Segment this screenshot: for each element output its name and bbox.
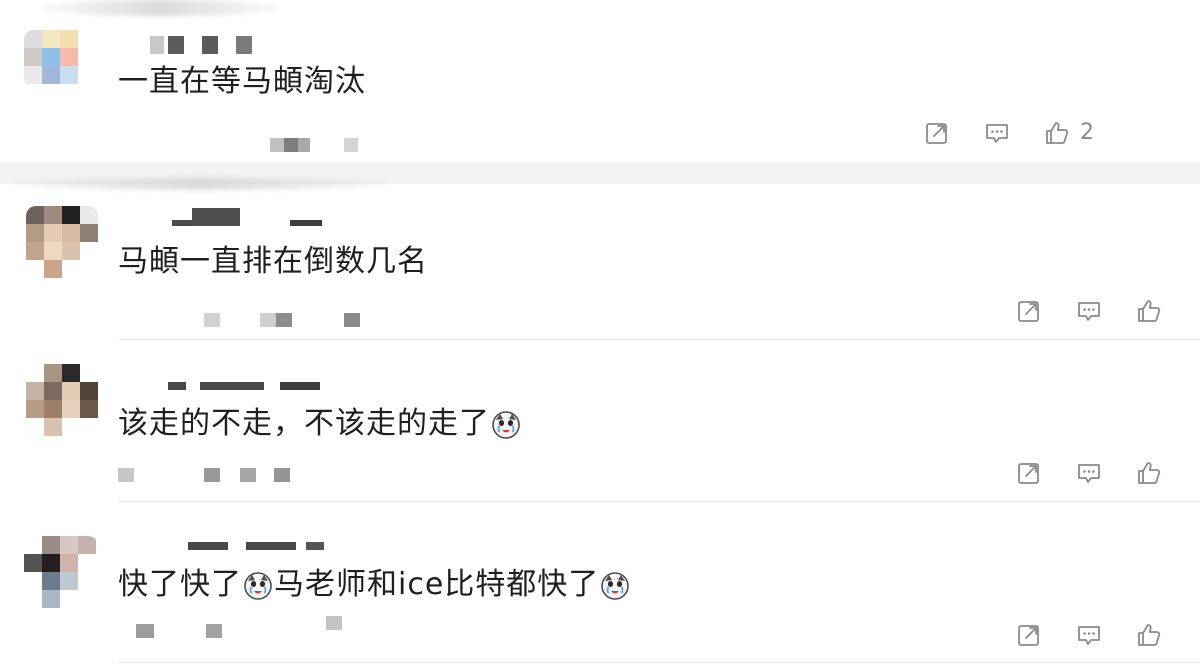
username-blurred[interactable] [168, 378, 358, 396]
reply-button[interactable] [982, 118, 1012, 148]
thumbs-up-icon [1044, 120, 1070, 146]
comment-text: 马頔一直排在倒数几名 [118, 244, 428, 279]
divider [118, 339, 1200, 340]
reply-button[interactable] [1074, 458, 1104, 488]
share-button[interactable] [1014, 296, 1044, 326]
comment-meta-blurred [118, 468, 298, 482]
comment-icon [984, 120, 1010, 146]
avatar[interactable] [24, 30, 90, 88]
like-count: 2 [1080, 120, 1094, 145]
like-button[interactable] [1134, 458, 1164, 488]
share-icon [1016, 298, 1042, 324]
reply-button[interactable] [1074, 620, 1104, 650]
username-blurred[interactable] [188, 538, 338, 556]
reply-button[interactable] [1074, 296, 1104, 326]
comment-text: 快了快了 马老师和ice比特都快了 [118, 565, 631, 605]
comment-text-part: 马老师和ice比特都快了 [274, 567, 600, 602]
comment-meta-blurred [136, 616, 356, 638]
share-button[interactable] [1014, 458, 1044, 488]
blurred-header-fragment [10, 178, 390, 190]
share-button[interactable] [1014, 620, 1044, 650]
crying-laughing-dog-emoji [243, 571, 273, 601]
comment-text: 一直在等马頔淘汰 [118, 64, 366, 99]
divider [118, 662, 1200, 663]
thumbs-up-icon [1136, 460, 1162, 486]
blurred-header-fragment [40, 0, 280, 16]
comment-text-part: 快了快了 [118, 567, 242, 602]
thumbs-up-icon [1136, 622, 1162, 648]
comment-meta-blurred [270, 138, 370, 152]
share-icon [1016, 460, 1042, 486]
thumbs-up-icon [1136, 298, 1162, 324]
share-button[interactable] [922, 118, 952, 148]
username-blurred[interactable] [150, 36, 260, 54]
share-icon [1016, 622, 1042, 648]
comment-icon [1076, 460, 1102, 486]
divider [118, 501, 1200, 502]
username-blurred[interactable] [172, 208, 332, 226]
comment-icon [1076, 622, 1102, 648]
avatar[interactable] [24, 536, 98, 608]
comment-text: 该走的不走，不该走的走了 [118, 404, 522, 444]
like-button[interactable] [1042, 118, 1072, 148]
like-button[interactable] [1134, 296, 1164, 326]
crying-laughing-dog-emoji [600, 571, 630, 601]
comment-list: 一直在等马頔淘汰 2 马頔一直排在倒数几名 该走的不走，不该走的走了 快了快了 … [0, 0, 1200, 672]
like-button[interactable] [1134, 620, 1164, 650]
comment-text-part: 该走的不走，不该走的走了 [118, 406, 490, 441]
share-icon [924, 120, 950, 146]
crying-laughing-dog-emoji [491, 410, 521, 440]
avatar[interactable] [26, 206, 98, 278]
comment-icon [1076, 298, 1102, 324]
comment-meta-blurred [204, 313, 364, 327]
avatar[interactable] [26, 364, 98, 436]
